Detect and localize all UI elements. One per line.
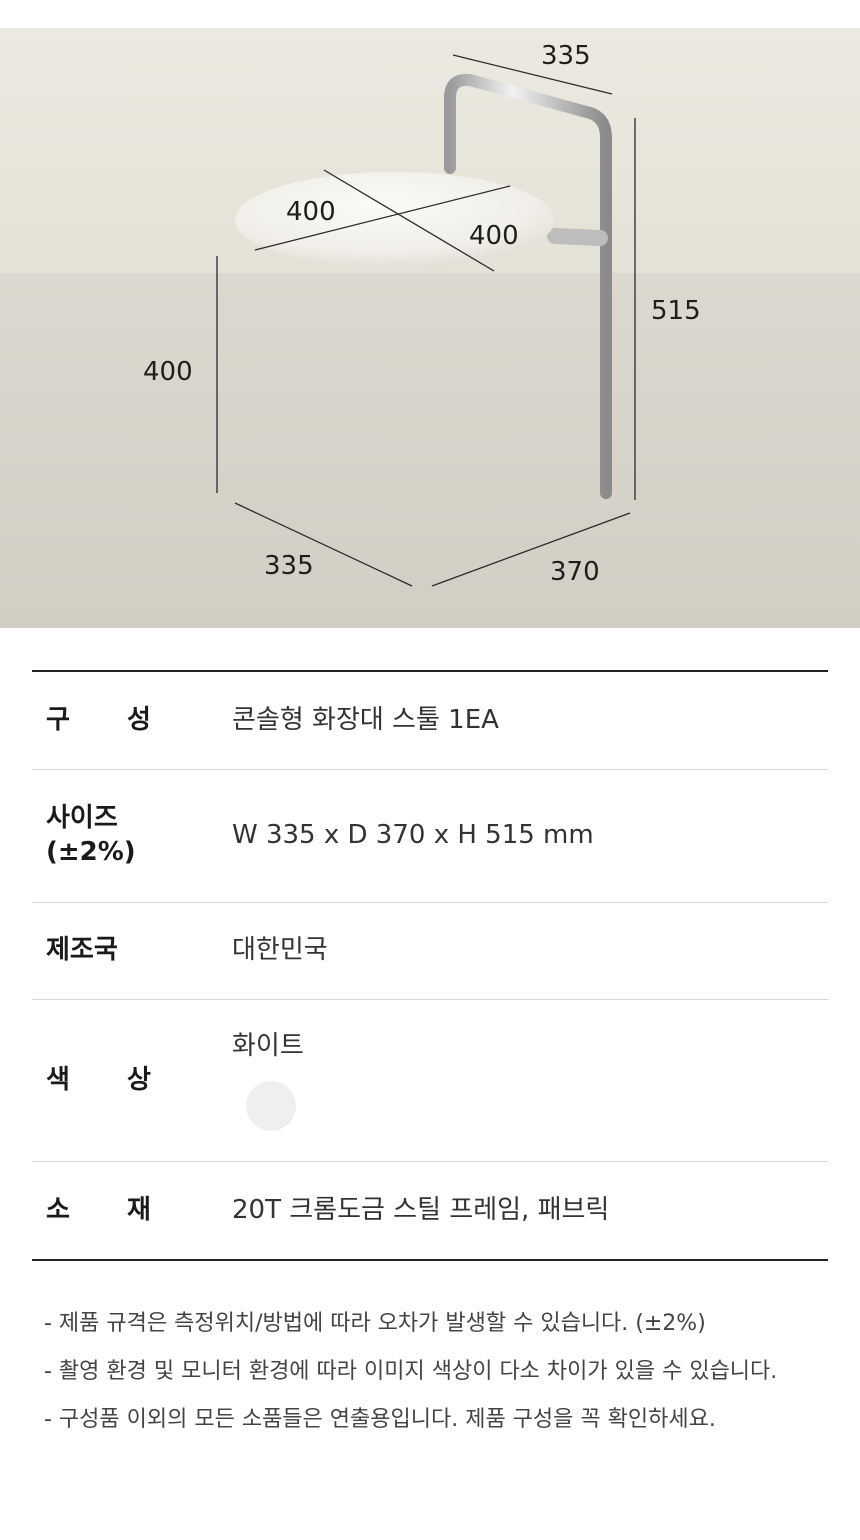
dim-total-height: 515 [651, 296, 701, 326]
spec-label-color: 색 상 [46, 1064, 175, 1095]
spec-table: 구 성 콘솔형 화장대 스툴 1EA 사이즈 (±2%) W 335 x D 3… [32, 670, 828, 1261]
stool-illustration: 335 400 400 515 400 335 370 [0, 28, 860, 628]
notes-list: - 제품 규격은 측정위치/방법에 따라 오차가 발생할 수 있습니다. (±2… [44, 1300, 834, 1444]
spec-row-size: 사이즈 (±2%) W 335 x D 370 x H 515 mm [32, 770, 828, 903]
spec-value-composition: 콘솔형 화장대 스툴 1EA [232, 704, 499, 735]
note-item: - 제품 규격은 측정위치/방법에 따라 오차가 발생할 수 있습니다. (±2… [44, 1311, 706, 1336]
spec-label-composition: 구 성 [46, 704, 175, 735]
dim-backrest-width: 335 [541, 41, 591, 71]
spec-label-origin: 제조국 [46, 935, 118, 966]
color-swatch-white [246, 1081, 296, 1132]
spec-row-composition: 구 성 콘솔형 화장대 스툴 1EA [32, 672, 828, 770]
product-photo: 335 400 400 515 400 335 370 [0, 28, 860, 628]
spec-value-color-block: 화이트 [232, 1030, 828, 1132]
spec-value-color: 화이트 [232, 1030, 304, 1061]
dim-seat-height: 400 [143, 357, 193, 387]
spec-row-material: 소 재 20T 크롬도금 스틸 프레임, 패브릭 [32, 1162, 828, 1259]
note-item: - 촬영 환경 및 모니터 환경에 따라 이미지 색상이 다소 차이가 있을 수… [44, 1359, 778, 1384]
spec-label-size: 사이즈 (±2%) [46, 803, 136, 867]
spec-row-color: 색 상 화이트 [32, 1000, 828, 1162]
note-item: - 구성품 이외의 모든 소품들은 연출용입니다. 제품 구성을 꼭 확인하세요… [44, 1407, 716, 1432]
spec-label-material: 소 재 [46, 1194, 175, 1225]
spec-value-size: W 335 x D 370 x H 515 mm [232, 820, 594, 851]
spec-value-material: 20T 크롬도금 스틸 프레임, 패브릭 [232, 1194, 610, 1225]
spec-value-origin: 대한민국 [232, 935, 328, 966]
dim-base-depth: 370 [550, 557, 600, 587]
dim-seat-a: 400 [286, 197, 336, 227]
spec-row-origin: 제조국 대한민국 [32, 903, 828, 1000]
dim-seat-b: 400 [469, 221, 519, 251]
dim-base-width: 335 [264, 551, 314, 581]
